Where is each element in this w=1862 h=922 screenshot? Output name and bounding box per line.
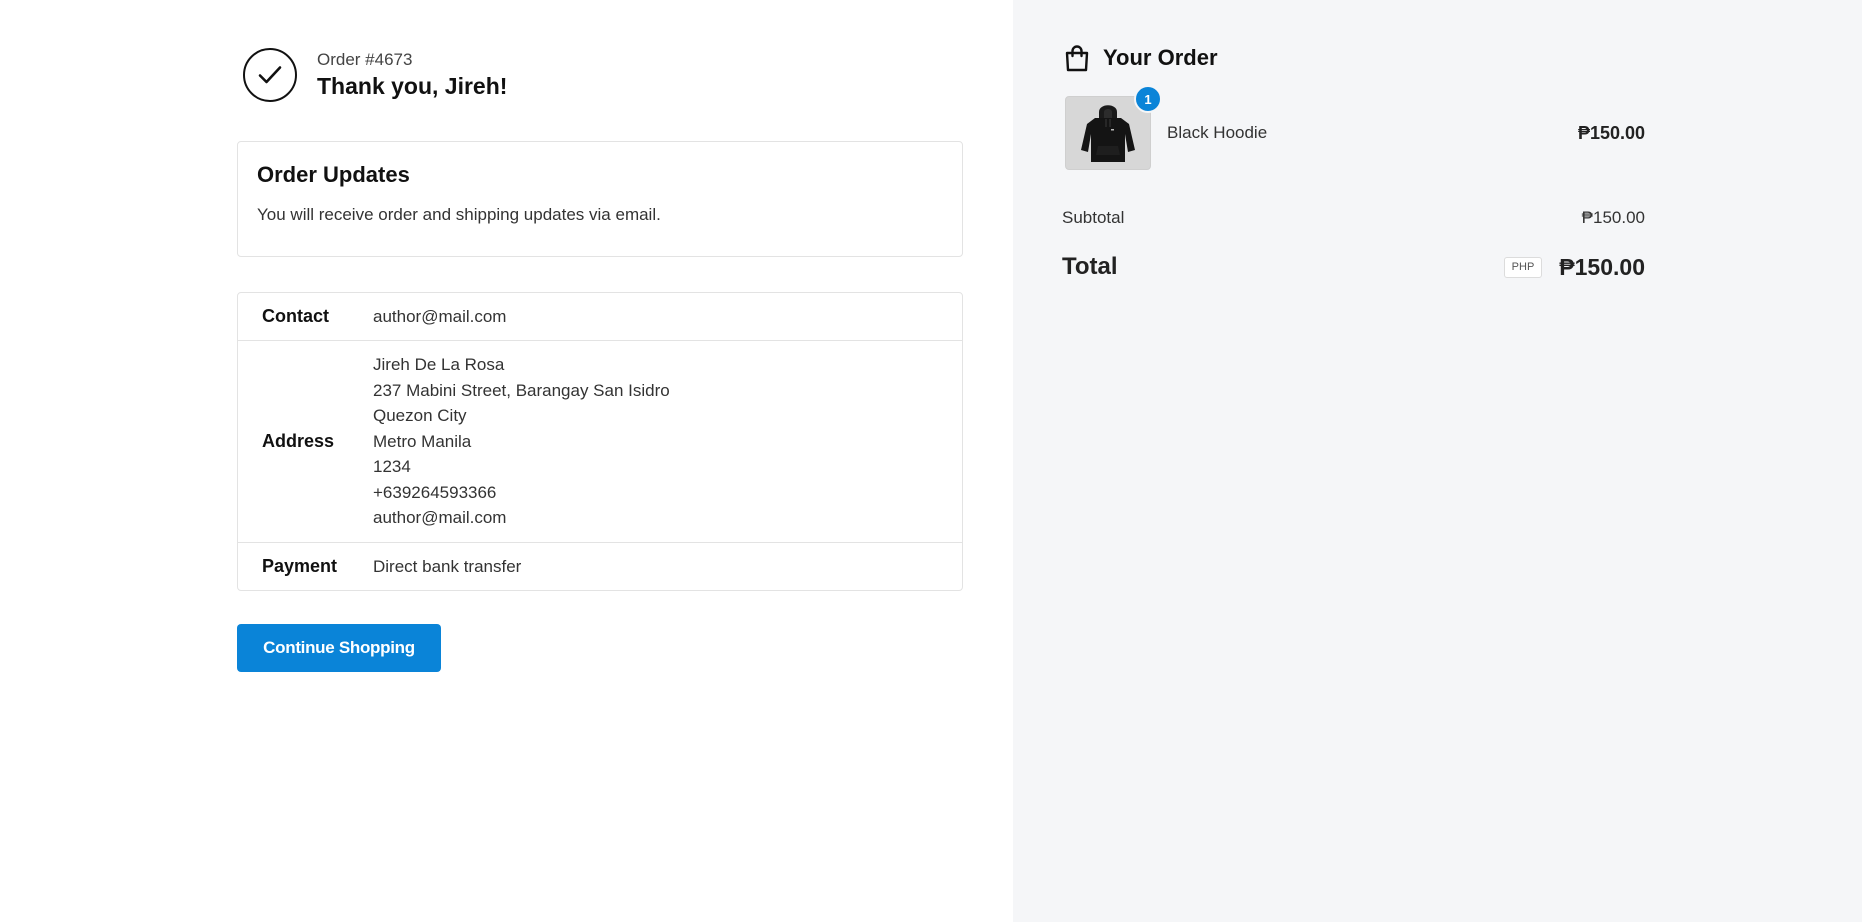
continue-shopping-button[interactable]: Continue Shopping bbox=[237, 624, 441, 672]
total-label: Total bbox=[1062, 253, 1118, 280]
checkmark-circle-icon bbox=[243, 48, 297, 102]
order-updates-message: You will receive order and shipping upda… bbox=[257, 205, 661, 224]
address-line-region: Metro Manila bbox=[373, 431, 472, 451]
address-line-name: Jireh De La Rosa bbox=[373, 355, 505, 375]
contact-label: Contact bbox=[262, 306, 329, 326]
checkmark-icon bbox=[258, 66, 282, 84]
address-line-email: author@mail.com bbox=[373, 508, 507, 528]
quantity-badge: 1 bbox=[1134, 85, 1162, 113]
order-number: Order #4673 bbox=[317, 50, 413, 69]
order-updates-title: Order Updates bbox=[257, 162, 410, 187]
order-updates-card: Order Updates You will receive order and… bbox=[237, 141, 963, 257]
customer-details-table: Contact author@mail.com Address Jireh De… bbox=[237, 292, 963, 591]
payment-row: Payment Direct bank transfer bbox=[238, 543, 962, 590]
address-line-city: Quezon City bbox=[373, 406, 467, 426]
subtotal-value: ₱150.00 bbox=[1581, 208, 1645, 227]
order-item: 1 Black Hoodie ₱150.00 bbox=[1065, 85, 1645, 171]
payment-label: Payment bbox=[262, 556, 338, 576]
product-price: ₱150.00 bbox=[1577, 122, 1645, 143]
main-content: Order #4673 Thank you, Jireh! Order Upda… bbox=[0, 0, 1013, 922]
product-name: Black Hoodie bbox=[1167, 123, 1268, 142]
payment-value: Direct bank transfer bbox=[373, 556, 522, 576]
total-value: ₱150.00 bbox=[1559, 253, 1645, 280]
address-row: Address Jireh De La Rosa 237 Mabini Stre… bbox=[238, 341, 962, 543]
product-thumbnail: 1 bbox=[1065, 85, 1162, 170]
address-value: Jireh De La Rosa 237 Mabini Street, Bara… bbox=[373, 352, 670, 531]
subtotal-label: Subtotal bbox=[1062, 208, 1125, 227]
subtotal-row: Subtotal ₱150.00 bbox=[1062, 208, 1645, 228]
contact-value: author@mail.com bbox=[373, 306, 507, 326]
confirmation-header: Order #4673 Thank you, Jireh! bbox=[243, 48, 507, 102]
contact-row: Contact author@mail.com bbox=[238, 293, 962, 341]
address-line-phone: +639264593366 bbox=[373, 482, 497, 502]
thank-you-heading: Thank you, Jireh! bbox=[317, 73, 508, 99]
currency-badge: PHP bbox=[1503, 256, 1543, 278]
address-line-street: 237 Mabini Street, Barangay San Isidro bbox=[373, 380, 670, 400]
shopping-bag-icon bbox=[1063, 44, 1091, 72]
address-line-postal-code: 1234 bbox=[373, 457, 411, 477]
address-label: Address bbox=[262, 431, 335, 451]
confirmation-text: Order #4673 Thank you, Jireh! bbox=[317, 49, 507, 101]
order-summary-header: Your Order bbox=[1063, 44, 1218, 72]
order-summary-panel: Your Order 1 Black Hoodie ₱150.00 Subtot… bbox=[1013, 0, 1862, 922]
hoodie-image bbox=[1081, 105, 1135, 162]
order-summary-title: Your Order bbox=[1103, 45, 1218, 70]
total-row: Total PHP ₱150.00 bbox=[1062, 250, 1645, 284]
